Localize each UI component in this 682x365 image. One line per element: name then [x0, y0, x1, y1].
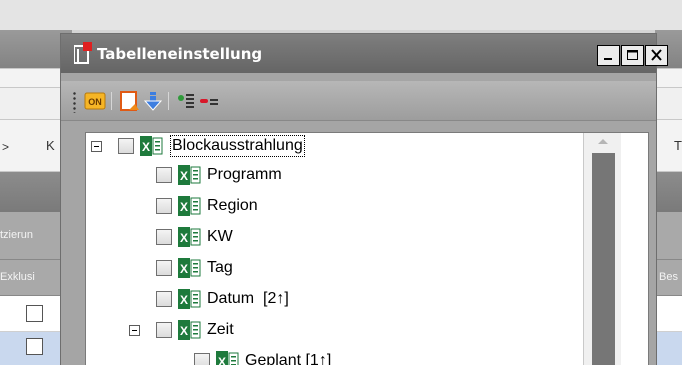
svg-text:X: X — [180, 324, 188, 338]
chevron-up-icon — [598, 139, 608, 144]
tree-node[interactable]: X Datum [2↑] — [86, 288, 586, 310]
svg-text:X: X — [218, 355, 226, 365]
tree-node[interactable]: X Tag — [86, 257, 586, 279]
excel-icon: X — [178, 227, 202, 247]
background-tab-label[interactable]: K — [46, 138, 55, 153]
tree-node-root[interactable]: X Blockausstrahlung — [86, 135, 586, 157]
scroll-thumb[interactable] — [592, 153, 615, 365]
minimize-button[interactable] — [597, 45, 620, 66]
column-tree: X Blockausstrahlung X Programm X Region … — [85, 132, 649, 365]
background-right-panel: T Bes — [655, 30, 682, 365]
table-row — [656, 296, 682, 332]
scroll-up-button[interactable] — [584, 133, 621, 151]
dialog-titlebar[interactable]: Tabelleneinstellung — [61, 34, 668, 73]
download-button[interactable] — [142, 90, 164, 112]
tree-node-label[interactable]: Blockausstrahlung — [170, 135, 305, 157]
toolbar-grip[interactable] — [73, 91, 76, 113]
svg-text:X: X — [180, 200, 188, 214]
tree-node[interactable]: X Zeit — [86, 319, 586, 341]
excel-icon: X — [178, 320, 202, 340]
export-button[interactable] — [118, 90, 140, 112]
collapse-toggle-icon[interactable] — [129, 325, 140, 336]
svg-text:X: X — [180, 262, 188, 276]
toolbar-separator — [111, 92, 112, 110]
dialog-title: Tabelleneinstellung — [97, 45, 263, 63]
excel-icon: X — [216, 351, 240, 365]
toggle-on-label: ON — [88, 97, 102, 107]
svg-text:X: X — [180, 231, 188, 245]
app-logo-icon — [73, 42, 93, 64]
remove-column-button[interactable] — [199, 90, 221, 112]
close-button[interactable] — [645, 45, 668, 66]
tree-node[interactable]: X Programm — [86, 164, 586, 186]
background-column-header-label: tzierun — [0, 229, 34, 241]
download-arrow-icon — [143, 92, 163, 111]
tree-node-checkbox[interactable] — [156, 198, 172, 214]
background-column-header — [656, 212, 682, 260]
tree-node-checkbox[interactable] — [156, 260, 172, 276]
toolbar-separator — [168, 92, 169, 110]
tree-node[interactable]: X Geplant [1↑] — [86, 350, 586, 365]
tree-node-label[interactable]: Region — [207, 196, 258, 216]
tree-node-label[interactable]: Geplant [1↑] — [245, 351, 331, 365]
tree-node-label[interactable]: Tag — [207, 258, 233, 278]
tree-node-label[interactable]: KW — [207, 227, 233, 247]
minimize-icon — [604, 58, 612, 60]
svg-text:X: X — [180, 169, 188, 183]
on-toggle-icon: ON — [84, 92, 106, 110]
tree-node-label[interactable]: Zeit — [207, 320, 234, 340]
tree-node[interactable]: X Region — [86, 195, 586, 217]
background-band — [656, 68, 682, 88]
tree-node-checkbox[interactable] — [156, 229, 172, 245]
tree-node-label[interactable]: Datum [2↑] — [207, 289, 289, 309]
background-tab-label[interactable]: T — [674, 138, 682, 153]
toggle-on-button[interactable]: ON — [84, 90, 106, 112]
dialog-toolbar: ON — [61, 81, 656, 121]
tree-node-checkbox[interactable] — [156, 167, 172, 183]
close-icon — [651, 49, 662, 61]
excel-icon: X — [178, 258, 202, 278]
maximize-button[interactable] — [621, 45, 644, 66]
table-row — [656, 332, 682, 365]
remove-column-icon — [200, 99, 218, 105]
table-settings-dialog: Tabelleneinstellung ON X Blockausstrahlu… — [60, 33, 668, 365]
background-top-bar — [0, 0, 682, 30]
add-column-button[interactable] — [175, 90, 197, 112]
export-document-icon — [120, 91, 139, 111]
tree-scrollbar[interactable] — [583, 133, 621, 365]
tree-node-label[interactable]: Programm — [207, 165, 282, 185]
collapse-toggle-icon[interactable] — [91, 141, 102, 152]
background-column-header-label: Exklusi — [0, 271, 35, 283]
svg-text:X: X — [180, 293, 188, 307]
tree-node-checkbox[interactable] — [194, 353, 210, 365]
tree-node-checkbox[interactable] — [118, 138, 134, 154]
add-column-icon — [178, 94, 194, 108]
excel-icon: X — [178, 196, 202, 216]
svg-text:X: X — [142, 140, 150, 154]
excel-icon: X — [178, 289, 202, 309]
background-mid-band — [656, 172, 682, 212]
excel-icon: X — [140, 136, 164, 156]
background-breadcrumb-arrow: > — [2, 140, 10, 154]
background-column-header-label: Bes — [659, 271, 678, 283]
row-checkbox[interactable] — [26, 305, 43, 322]
excel-icon: X — [178, 165, 202, 185]
tree-node[interactable]: X KW — [86, 226, 586, 248]
tree-node-checkbox[interactable] — [156, 291, 172, 307]
tree-node-checkbox[interactable] — [156, 322, 172, 338]
row-checkbox[interactable] — [26, 338, 43, 355]
maximize-icon — [627, 50, 638, 60]
